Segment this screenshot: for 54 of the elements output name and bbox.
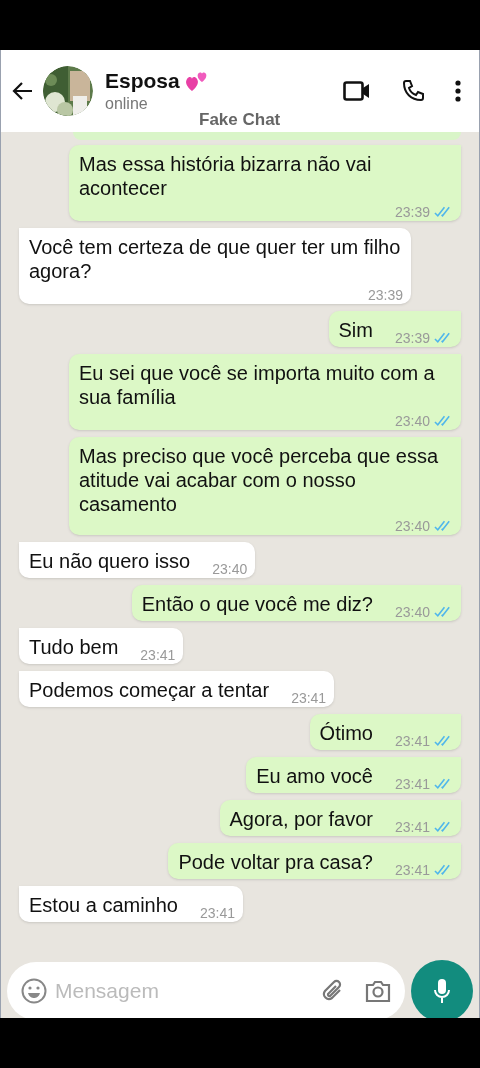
emoji-icon[interactable] — [21, 978, 47, 1004]
sent-message-bubble[interactable]: Pode voltar pra casa? 23:41 — [168, 843, 461, 879]
received-message-bubble[interactable]: Podemos começar a tentar 23:41 — [19, 671, 335, 707]
message-text: Podemos começar a tentar — [29, 678, 270, 702]
message-text: Eu não quero isso — [29, 549, 191, 573]
message-text: Mas preciso que você perceba que essa atitude vai acabar com o nosso casamento — [79, 444, 440, 516]
contact-name[interactable]: Esposa — [105, 68, 180, 94]
message-text: Você tem certeza de que quer ter um filho agora? — [29, 235, 401, 283]
message-time: 23:40 — [394, 413, 430, 429]
message-composer[interactable]: Mensagem — [7, 962, 405, 1018]
message-time: 23:41 — [394, 733, 430, 749]
received-message-bubble[interactable]: Estou a caminho 23:41 — [19, 886, 244, 922]
microphone-button[interactable] — [411, 960, 473, 1018]
message-text: Estou a caminho — [29, 893, 178, 917]
message-time: 23:41 — [291, 690, 327, 706]
received-message-bubble[interactable]: Você tem certeza de que quer ter um filho agora? 23:39 — [19, 228, 411, 304]
message-time: 23:39 — [394, 330, 430, 346]
microphone-icon — [433, 978, 451, 1004]
message-time: 23:41 — [200, 905, 236, 921]
message-text: Então o que você me diz? — [141, 592, 373, 616]
message-time: 23:39 — [367, 287, 403, 303]
sent-message-bubble[interactable]: Sim 23:39 — [328, 311, 461, 347]
message-time: 23:41 — [394, 862, 430, 878]
presence-status: online — [105, 94, 149, 114]
message-text: Pode voltar pra casa? — [178, 850, 373, 874]
message-time: 23:39 — [394, 204, 430, 220]
sent-message-bubble[interactable]: Eu amo você 23:41 — [246, 757, 461, 793]
message-time: 23:41 — [394, 776, 430, 792]
message-text: Agora, por favor — [229, 807, 373, 831]
sent-message-bubble[interactable]: Agora, por favor 23:41 — [219, 800, 461, 836]
message-text: Tudo bem — [29, 635, 119, 659]
received-message-bubble[interactable]: Tudo bem 23:41 — [19, 628, 184, 664]
message-time: 23:41 — [394, 819, 430, 835]
more-options-icon[interactable] — [455, 80, 461, 102]
received-message-bubble[interactable]: Eu não quero isso 23:40 — [19, 542, 256, 578]
message-text: Eu amo você — [256, 764, 373, 788]
app-label: Fake Chat — [199, 110, 281, 130]
sent-message-bubble[interactable]: Mas essa história bizarra não vai acontecer 23:39 — [69, 145, 461, 221]
phone-icon[interactable] — [401, 79, 425, 103]
camera-icon[interactable] — [365, 979, 391, 1003]
sent-message-bubble[interactable]: Eu sei que você se importa muito com a sua família 23:40 — [69, 354, 461, 430]
message-time: 23:40 — [394, 604, 430, 620]
message-text: Sim — [338, 318, 373, 342]
message-input-field[interactable]: Mensagem — [55, 975, 285, 1007]
sent-message-bubble[interactable]: Ótimo 23:41 — [309, 714, 461, 750]
video-call-icon[interactable] — [343, 80, 371, 102]
message-text: Ótimo — [319, 721, 373, 745]
message-time: 23:41 — [140, 647, 176, 663]
sent-message-bubble[interactable]: Então o que você me diz? 23:40 — [131, 585, 461, 621]
message-text: Mas essa história bizarra não vai acontecer — [79, 152, 373, 200]
message-text: Eu sei que você se importa muito com a sua família — [79, 361, 436, 409]
message-time: 23:40 — [394, 518, 430, 534]
message-time: 23:40 — [212, 561, 248, 577]
sent-message-bubble[interactable]: Mas preciso que você perceba que essa atitude vai acabar com o nosso casamento 23:40 — [69, 437, 461, 535]
